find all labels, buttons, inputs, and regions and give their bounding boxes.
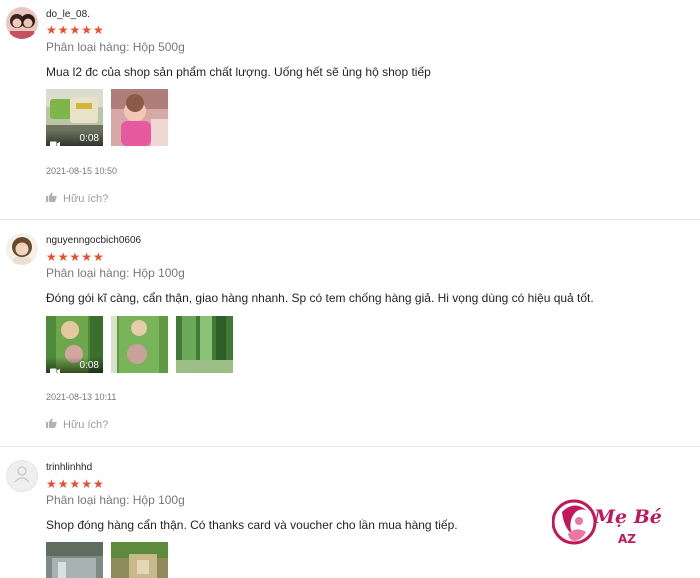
logo-brand-text: Mẹ Bé	[594, 506, 662, 528]
reviewer-username[interactable]: do_le_08.	[46, 9, 90, 20]
photo-thumbnail[interactable]	[46, 542, 103, 578]
variant-label: Phân loại hàng: Hộp 100g	[46, 493, 185, 507]
video-duration: 0:08	[79, 132, 99, 144]
photo-thumbnail[interactable]	[176, 316, 233, 373]
rating-stars: ★★★★★	[46, 477, 105, 491]
variant-label: Phân loại hàng: Hộp 500g	[46, 40, 185, 54]
review-media: 0:08	[46, 316, 233, 373]
video-thumbnail[interactable]: 0:08	[46, 316, 103, 373]
reviewer-username[interactable]: nguyenngocbich0606	[46, 235, 141, 246]
photo-thumbnail[interactable]	[111, 316, 168, 373]
review-media: 0:08	[46, 89, 168, 146]
video-overlay: 0:08	[46, 130, 103, 146]
thumbs-up-icon	[46, 192, 57, 205]
photo-thumbnail[interactable]	[111, 542, 168, 578]
helpful-label: Hữu ích?	[63, 418, 109, 431]
helpful-button[interactable]: Hữu ích?	[46, 192, 108, 205]
logo-suffix-text: AZ	[618, 532, 636, 546]
helpful-button[interactable]: Hữu ích?	[46, 418, 108, 431]
rating-stars: ★★★★★	[46, 250, 105, 264]
photo-thumbnail[interactable]	[111, 89, 168, 146]
video-duration: 0:08	[79, 359, 99, 371]
review-media	[46, 542, 168, 578]
default-avatar-icon	[13, 465, 31, 488]
thumbs-up-icon	[46, 418, 57, 431]
video-thumbnail[interactable]: 0:08	[46, 89, 103, 146]
variant-label: Phân loại hàng: Hộp 100g	[46, 266, 185, 280]
review-timestamp: 2021-08-13 10:11	[46, 392, 117, 402]
review-comment: Đóng gói kĩ càng, cẩn thận, giao hàng nh…	[46, 291, 594, 305]
review-item: do_le_08. ★★★★★ Phân loại hàng: Hộp 500g…	[0, 0, 700, 218]
review-comment: Mua l2 đc của shop sản phẩm chất lượng. …	[46, 65, 431, 79]
brand-logo: Mẹ Bé AZ	[551, 494, 664, 558]
avatar[interactable]	[6, 233, 38, 265]
video-camera-icon	[50, 362, 60, 373]
reviewer-username[interactable]: trinhlinhhd	[46, 462, 92, 473]
review-timestamp: 2021-08-15 10:50	[46, 166, 118, 176]
avatar[interactable]	[6, 460, 38, 492]
video-camera-icon	[50, 135, 60, 146]
rating-stars: ★★★★★	[46, 23, 105, 37]
video-overlay: 0:08	[46, 357, 103, 373]
avatar[interactable]	[6, 7, 38, 39]
helpful-label: Hữu ích?	[63, 192, 109, 205]
review-comment: Shop đóng hàng cẩn thận. Có thanks card …	[46, 518, 458, 532]
review-item: nguyenngocbich0606 ★★★★★ Phân loại hàng:…	[0, 220, 700, 446]
